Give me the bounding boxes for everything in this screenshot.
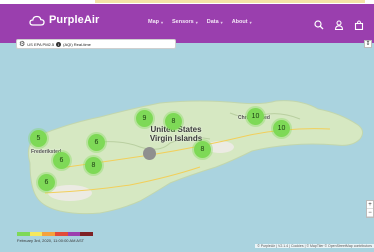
gear-icon[interactable]: ⚙ xyxy=(19,41,25,48)
sensor-type-toolbar[interactable]: ⚙ US EPA PM2.5 i (AQI) Real-time xyxy=(16,39,176,49)
sensor-marker[interactable]: 6 xyxy=(88,134,105,151)
user-icon[interactable] xyxy=(334,17,344,31)
map-attribution: © PurpleAir | V2.1.4 | Cookies | © MapTi… xyxy=(255,244,374,248)
bag-icon[interactable] xyxy=(354,17,364,31)
zoom-out-button[interactable]: − xyxy=(367,209,373,217)
legend-swatch xyxy=(29,232,43,236)
chevron-down-icon: ▾ xyxy=(195,19,198,25)
cloud-icon xyxy=(29,15,45,26)
navbar: PurpleAir Map ▾ Sensors ▾ Data ▾ About ▾ xyxy=(0,4,374,43)
header-actions xyxy=(314,17,364,31)
island-land xyxy=(27,100,364,215)
legend-swatch xyxy=(42,232,56,236)
logo[interactable]: PurpleAir xyxy=(29,14,99,26)
legend-swatch xyxy=(80,232,94,236)
menu-about-label: About xyxy=(231,19,248,25)
menu-map-label: Map xyxy=(148,19,159,25)
info-icon[interactable]: i xyxy=(56,41,62,47)
legend-swatch xyxy=(17,232,30,236)
sensor-marker[interactable]: 8 xyxy=(165,113,182,130)
logo-text: PurpleAir xyxy=(49,14,100,26)
sensor-type-suffix: (AQI) Real-time xyxy=(63,41,91,47)
sensor-marker[interactable]: 6 xyxy=(38,174,55,191)
zoom-controls: + − xyxy=(366,200,374,218)
search-icon[interactable] xyxy=(314,17,324,30)
sensor-marker[interactable]: 10 xyxy=(247,108,264,125)
menu-data[interactable]: Data ▾ xyxy=(207,19,223,25)
inactive-sensor-marker[interactable] xyxy=(143,147,156,160)
zoom-in-button[interactable]: + xyxy=(367,201,373,209)
main-menu: Map ▾ Sensors ▾ Data ▾ About ▾ xyxy=(148,19,252,25)
menu-map[interactable]: Map ▾ xyxy=(148,19,163,25)
menu-data-label: Data xyxy=(206,19,219,25)
aqi-legend xyxy=(17,232,94,236)
chevron-down-icon: ▾ xyxy=(249,19,252,25)
sensor-marker[interactable]: 6 xyxy=(53,152,70,169)
sensor-marker[interactable]: 5 xyxy=(30,130,47,147)
sensor-marker[interactable]: 9 xyxy=(136,110,153,127)
sensor-type-label: US EPA PM2.5 xyxy=(27,41,55,47)
chevron-down-icon: ▾ xyxy=(161,19,164,25)
menu-sensors[interactable]: Sensors ▾ xyxy=(172,19,198,25)
legend-swatch xyxy=(67,232,81,236)
map-timestamp: February 3rd, 2020, 11:00:00 AM AST xyxy=(17,238,85,243)
map[interactable]: United States Virgin Islands Christianst… xyxy=(0,43,374,252)
sensor-marker[interactable]: 8 xyxy=(85,157,102,174)
sensor-marker[interactable]: 8 xyxy=(194,141,211,158)
menu-about[interactable]: About ▾ xyxy=(232,19,252,25)
expand-icon[interactable]: ⇕ xyxy=(364,40,372,48)
chevron-down-icon: ▾ xyxy=(220,19,223,25)
sensor-marker[interactable]: 10 xyxy=(273,120,290,137)
legend-swatch xyxy=(55,232,68,236)
menu-sensors-label: Sensors xyxy=(172,19,194,25)
top-accent-strip xyxy=(95,0,365,3)
